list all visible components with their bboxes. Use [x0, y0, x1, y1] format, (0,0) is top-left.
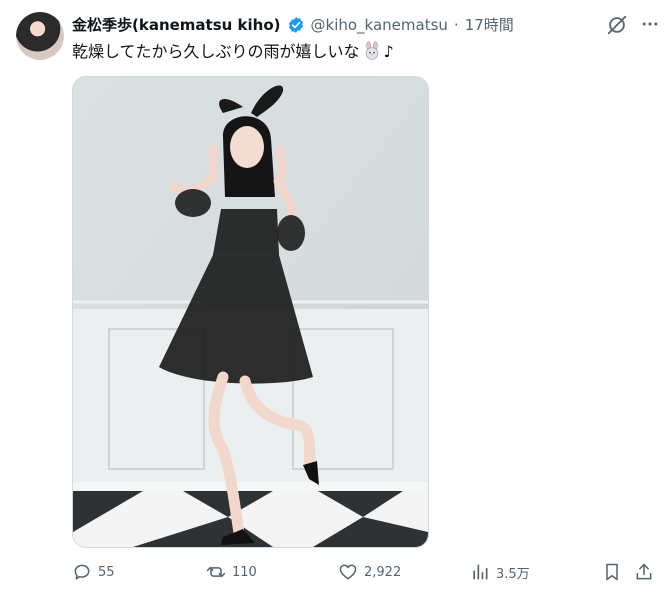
like-icon — [339, 564, 357, 580]
tweet-text: 乾燥してたから久しぶりの雨が嬉しいな ♪ — [72, 40, 394, 64]
verified-badge-icon — [288, 16, 303, 33]
like-count: 2,922 — [364, 564, 402, 580]
like-button[interactable]: 2,922 — [338, 562, 401, 582]
tweet-text-main: 乾燥してたから久しぶりの雨が嬉しいな — [72, 42, 360, 61]
views-count: 3.5万 — [496, 566, 530, 582]
tweet-text-note: ♪ — [383, 42, 394, 61]
timestamp[interactable]: 17時間 — [465, 14, 514, 35]
retweet-button[interactable]: 110 — [206, 562, 257, 582]
reply-button[interactable]: 55 — [72, 562, 115, 582]
reply-count: 55 — [98, 564, 115, 580]
more-icon[interactable] — [638, 12, 662, 36]
display-name[interactable]: 金松季歩(kanematsu kiho) — [72, 14, 281, 35]
retweet-count: 110 — [232, 564, 257, 580]
views-button[interactable]: 3.5万 — [470, 562, 530, 582]
avatar[interactable] — [16, 12, 64, 60]
share-icon — [636, 563, 652, 580]
bookmark-button[interactable] — [602, 562, 622, 582]
tweet-actions: 55 110 2,922 3.5万 — [72, 560, 656, 588]
grok-icon[interactable] — [606, 14, 628, 36]
tweet-header: 金松季歩(kanematsu kiho) @kiho_kanematsu · 1… — [72, 14, 514, 35]
photo-illustration — [73, 77, 428, 547]
separator-dot: · — [453, 15, 459, 34]
bookmark-icon — [606, 563, 618, 581]
views-icon — [473, 564, 488, 580]
rabbit-face-emoji-icon — [365, 41, 378, 60]
retweet-icon — [206, 567, 226, 577]
reply-icon — [74, 564, 90, 580]
tweet-photo[interactable] — [72, 76, 429, 548]
share-button[interactable] — [634, 562, 654, 582]
handle[interactable]: @kiho_kanematsu — [311, 16, 448, 34]
